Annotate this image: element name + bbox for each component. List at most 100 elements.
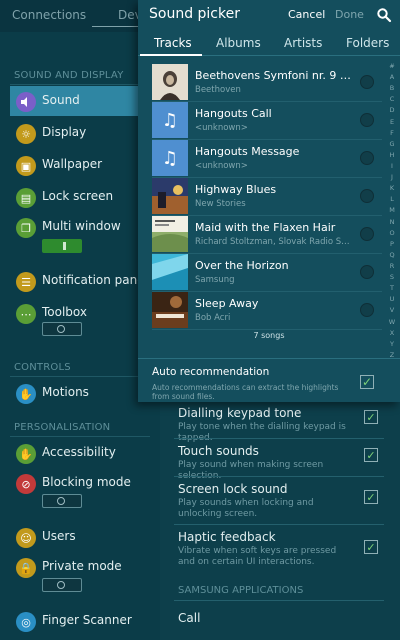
menu-item-toolbox[interactable]: ⋯ Toolbox: [10, 298, 138, 346]
notification-panel-icon: ☰: [16, 272, 36, 292]
index-letter[interactable]: S: [386, 273, 398, 281]
index-letter[interactable]: M: [386, 206, 398, 214]
track-title: Hangouts Message: [195, 145, 300, 158]
tab-folders[interactable]: Folders: [346, 36, 389, 50]
menu-item-multi-window[interactable]: ❐ Multi window: [10, 212, 138, 264]
index-letter[interactable]: A: [386, 73, 398, 81]
track-title: Beethovens Symfoni nr. 9 (Sch...: [195, 69, 353, 82]
index-letter[interactable]: Y: [386, 340, 398, 348]
index-letter[interactable]: O: [386, 229, 398, 237]
index-letter[interactable]: W: [386, 318, 398, 326]
track-row[interactable]: Sleep Away Bob Acri: [152, 292, 382, 330]
track-radio[interactable]: [360, 75, 374, 89]
track-title: Hangouts Call: [195, 107, 272, 120]
menu-label: Toolbox: [42, 305, 87, 319]
index-letter[interactable]: J: [386, 173, 398, 181]
private-mode-toggle[interactable]: [42, 578, 82, 592]
menu-item-sound[interactable]: Sound: [10, 86, 138, 116]
track-artist: <unknown>: [195, 161, 248, 171]
section-divider: [10, 376, 150, 377]
speaker-icon: [16, 92, 36, 112]
index-letter[interactable]: F: [386, 129, 398, 137]
menu-label: Lock screen: [42, 189, 114, 203]
menu-item-accessibility[interactable]: ✋ Accessibility: [10, 438, 138, 468]
index-letter[interactable]: L: [386, 195, 398, 203]
index-letter[interactable]: N: [386, 218, 398, 226]
index-letter[interactable]: C: [386, 95, 398, 103]
index-letter[interactable]: G: [386, 140, 398, 148]
track-row[interactable]: Highway Blues New Stories: [152, 178, 382, 216]
track-row[interactable]: ♫ Hangouts Message <unknown>: [152, 140, 382, 178]
search-icon[interactable]: [376, 7, 392, 23]
index-letter[interactable]: R: [386, 262, 398, 270]
index-letter[interactable]: T: [386, 284, 398, 292]
sound-picker-dialog: Sound picker Cancel Done Tracks Albums A…: [138, 0, 400, 402]
index-letter[interactable]: I: [386, 162, 398, 170]
index-letter[interactable]: D: [386, 106, 398, 114]
index-letter[interactable]: E: [386, 118, 398, 126]
track-radio[interactable]: [360, 189, 374, 203]
menu-label: Private mode: [42, 559, 122, 573]
track-radio[interactable]: [360, 303, 374, 317]
menu-item-lock-screen[interactable]: ▤ Lock screen: [10, 182, 138, 212]
index-letter[interactable]: X: [386, 329, 398, 337]
toolbox-toggle[interactable]: [42, 322, 82, 336]
setting-title: Haptic feedback: [178, 530, 276, 544]
auto-recommendation-checkbox[interactable]: ✓: [360, 375, 374, 389]
index-letter[interactable]: V: [386, 306, 398, 314]
tab-albums[interactable]: Albums: [216, 36, 261, 50]
haptic-feedback-checkbox[interactable]: ✓: [364, 540, 378, 554]
setting-desc: Vibrate when soft keys are pressed and o…: [178, 546, 337, 567]
track-radio[interactable]: [360, 151, 374, 165]
menu-item-finger-scanner[interactable]: ◎ Finger Scanner: [10, 606, 138, 636]
index-letter[interactable]: B: [386, 84, 398, 92]
dialling-keypad-tone-checkbox[interactable]: ✓: [364, 410, 378, 424]
setting-haptic-feedback[interactable]: Haptic feedback Vibrate when soft keys a…: [178, 530, 354, 568]
setting-divider: [174, 524, 384, 525]
setting-title: Screen lock sound: [178, 482, 288, 496]
index-letter[interactable]: P: [386, 240, 398, 248]
tab-connections[interactable]: Connections: [12, 8, 86, 22]
menu-item-blocking-mode[interactable]: ⊘ Blocking mode: [10, 468, 138, 518]
index-letter[interactable]: #: [386, 62, 398, 70]
album-art-landscape: [152, 216, 188, 252]
menu-label: Multi window: [42, 219, 121, 233]
multi-window-toggle[interactable]: [42, 239, 82, 253]
screen-lock-sound-checkbox[interactable]: ✓: [364, 490, 378, 504]
index-letter[interactable]: U: [386, 295, 398, 303]
tab-tracks[interactable]: Tracks: [154, 36, 192, 50]
menu-item-wallpaper[interactable]: ▣ Wallpaper: [10, 150, 138, 180]
menu-label: Sound: [42, 93, 80, 107]
done-button[interactable]: Done: [335, 8, 364, 21]
menu-item-private-mode[interactable]: 🔒 Private mode: [10, 552, 138, 602]
menu-item-display[interactable]: ☼ Display: [10, 118, 138, 148]
menu-label: Wallpaper: [42, 157, 103, 171]
menu-label: Display: [42, 125, 87, 139]
album-art-jazz: [152, 178, 188, 214]
alphabet-index-scrollbar[interactable]: # A B C D E F G H I J K L M N O P Q R S T U V W X Y Z: [386, 62, 398, 362]
call-settings-item[interactable]: Call: [178, 611, 200, 625]
album-art-samsung: [152, 254, 188, 290]
blocking-mode-toggle[interactable]: [42, 494, 82, 508]
track-row[interactable]: Beethovens Symfoni nr. 9 (Sch... Beethov…: [152, 64, 382, 102]
track-radio[interactable]: [360, 265, 374, 279]
menu-item-users[interactable]: ☺ Users: [10, 522, 138, 552]
index-letter[interactable]: H: [386, 151, 398, 159]
touch-sounds-checkbox[interactable]: ✓: [364, 448, 378, 462]
wallpaper-icon: ▣: [16, 156, 36, 176]
menu-item-notification-panel[interactable]: ☰ Notification panel: [10, 266, 148, 296]
track-radio[interactable]: [360, 113, 374, 127]
track-radio[interactable]: [360, 227, 374, 241]
menu-item-motions[interactable]: ✋ Motions: [10, 378, 138, 408]
index-letter[interactable]: Q: [386, 251, 398, 259]
track-title: Maid with the Flaxen Hair: [195, 221, 336, 234]
setting-screen-lock-sound[interactable]: Screen lock sound Play sounds when locki…: [178, 482, 354, 520]
menu-label: Notification panel: [42, 273, 148, 287]
auto-recommendation-row[interactable]: Auto recommendation Auto recommendations…: [138, 358, 400, 402]
track-row[interactable]: ♫ Hangouts Call <unknown>: [152, 102, 382, 140]
cancel-button[interactable]: Cancel: [288, 8, 325, 21]
track-row[interactable]: Over the Horizon Samsung: [152, 254, 382, 292]
index-letter[interactable]: K: [386, 184, 398, 192]
track-row[interactable]: Maid with the Flaxen Hair Richard Stoltz…: [152, 216, 382, 254]
tab-artists[interactable]: Artists: [284, 36, 322, 50]
